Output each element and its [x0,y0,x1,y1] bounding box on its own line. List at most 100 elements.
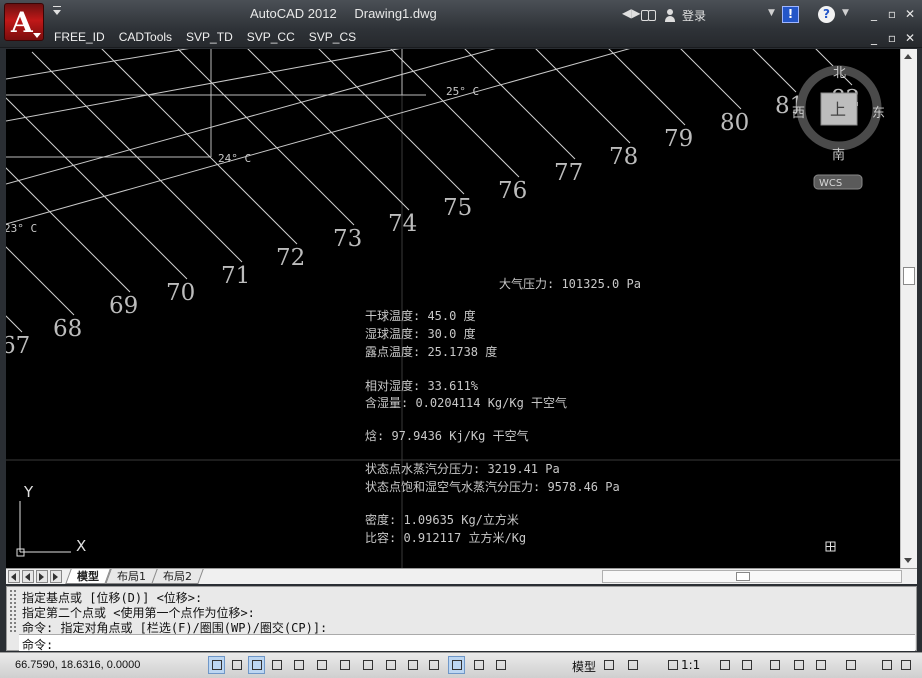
quick-properties-icon [474,660,484,670]
enthalpy-label: 70 [166,280,195,306]
help-dropdown-icon[interactable]: ▼ [842,8,849,18]
enthalpy-label: 79 [664,126,693,152]
toolbar-lock-icon[interactable] [790,656,807,674]
lineweight-icon [429,660,439,670]
command-input[interactable]: 命令: [19,634,915,652]
menu-item-svp-cc[interactable]: SVP_CC [247,30,295,44]
tab-layout1[interactable]: 布局1 [105,569,158,584]
lineweight-icon[interactable] [425,656,442,674]
coordinates-readout[interactable]: 66.7590, 18.6316, 0.0000 [15,659,140,671]
polar-tracking-icon[interactable] [290,656,307,674]
enthalpy-label: 78 [609,144,638,170]
quick-view-layouts-icon[interactable] [600,656,617,674]
annotation-scale-icon [668,660,678,670]
drawing-canvas[interactable]: 6768697071727374757677787980818225° C24°… [6,49,900,568]
scroll-down-icon[interactable] [904,558,912,563]
window-title: AutoCAD 2012 Drawing1.dwg [250,6,451,21]
command-prompt: 命令: [22,638,54,652]
dynamic-input-icon[interactable] [404,656,421,674]
info-specific-volume: 比容: 0.912117 立方米/Kg [365,531,527,545]
enthalpy-line [390,49,520,178]
dynamic-input-icon [408,660,418,670]
enthalpy-line [318,49,465,195]
grid-display-icon[interactable] [248,656,265,674]
subscription-center-button[interactable]: ! [782,6,799,23]
info-vapor-pressure: 状态点水蒸汽分压力: 3219.41 Pa [365,462,560,476]
menu-bar: FREE_ID CADTools SVP_TD SVP_CC SVP_CS [54,30,356,44]
restore-button[interactable]: ▫ [884,6,900,22]
enthalpy-line [247,49,410,211]
login-button[interactable]: 登录 [664,7,706,24]
user-icon [664,9,676,22]
enthalpy-label: 72 [276,245,305,271]
info-dew-point: 露点温度: 25.1738 度 [365,345,498,359]
horizontal-scrollbar[interactable] [602,570,902,583]
title-bar: A AutoCAD 2012 Drawing1.dwg ◀▶ 登录 ▼ ! ? … [0,0,922,48]
tab-model[interactable]: 模型 [65,569,111,584]
humidity-ratio-line [6,49,401,122]
menu-item-svp-td[interactable]: SVP_TD [186,30,233,44]
isolate-objects-icon[interactable] [842,656,859,674]
first-tab-button[interactable] [8,570,20,583]
menu-item-free-id[interactable]: FREE_ID [54,30,105,44]
clean-screen-icon[interactable] [897,656,914,674]
quick-access-toolbar-dropdown[interactable] [53,6,61,15]
enthalpy-label: 71 [221,263,250,289]
workspace-switch-icon[interactable] [766,656,783,674]
humidity-ratio-line [6,49,631,225]
minimize-button[interactable]: _ [866,6,882,22]
enthalpy-line [464,49,576,160]
hardware-acceleration-icon[interactable] [812,656,829,674]
application-menu-button[interactable]: A [4,3,44,41]
binoculars-search-icon[interactable] [640,8,656,21]
info-center-arrow-icon[interactable]: ◀▶ [622,6,640,20]
next-tab-button[interactable] [36,570,48,583]
object-snap-icon[interactable] [313,656,330,674]
prev-tab-button[interactable] [22,570,34,583]
transparency-icon[interactable] [448,656,465,674]
ortho-mode-icon[interactable] [268,656,285,674]
ortho-mode-icon [272,660,282,670]
status-menu-icon[interactable] [878,656,895,674]
polar-tracking-icon [294,660,304,670]
doc-restore-button[interactable]: ▫ [884,30,900,46]
enthalpy-label: 67 [6,333,30,359]
help-button[interactable]: ? [818,6,835,23]
doc-close-button[interactable]: ✕ [902,30,918,46]
login-dropdown-icon[interactable]: ▼ [768,8,775,18]
enthalpy-label: 77 [554,160,583,186]
object-snap-tracking-icon[interactable] [359,656,376,674]
status-menu-icon [882,660,892,670]
auto-scale-icon[interactable] [738,656,755,674]
horizontal-scroll-thumb[interactable] [736,572,750,581]
3d-object-snap-icon[interactable] [336,656,353,674]
model-space-button[interactable]: 模型 [572,658,596,675]
infer-constraints-icon[interactable] [208,656,225,674]
doc-minimize-button[interactable]: _ [866,30,882,46]
dynamic-ucs-icon[interactable] [382,656,399,674]
enthalpy-line [680,49,742,110]
last-tab-button[interactable] [50,570,62,583]
transparency-icon [452,660,462,670]
vertical-scrollbar[interactable] [900,49,917,568]
hardware-acceleration-icon [816,660,826,670]
selection-cycling-icon[interactable] [492,656,509,674]
viewcube-north-label: 北 [833,66,846,81]
scroll-thumb[interactable] [903,267,915,285]
infer-constraints-icon [212,660,222,670]
clean-screen-icon [901,660,911,670]
command-window-grip-icon[interactable] [9,589,17,633]
quick-view-drawings-icon[interactable] [624,656,641,674]
tab-layout2[interactable]: 布局2 [151,569,204,584]
menu-item-svp-cs[interactable]: SVP_CS [309,30,356,44]
annotation-scale-button[interactable]: 1:1 [681,658,700,672]
annotation-visibility-icon[interactable] [716,656,733,674]
menu-item-cadtools[interactable]: CADTools [119,30,172,44]
info-dry-bulb: 干球温度: 45.0 度 [365,309,476,323]
snap-mode-icon[interactable] [228,656,245,674]
close-button[interactable]: ✕ [902,6,918,22]
quick-properties-icon[interactable] [470,656,487,674]
annotation-scale-icon[interactable] [664,656,681,674]
scroll-up-icon[interactable] [904,54,912,59]
ucs-y-label: Y [23,483,34,501]
